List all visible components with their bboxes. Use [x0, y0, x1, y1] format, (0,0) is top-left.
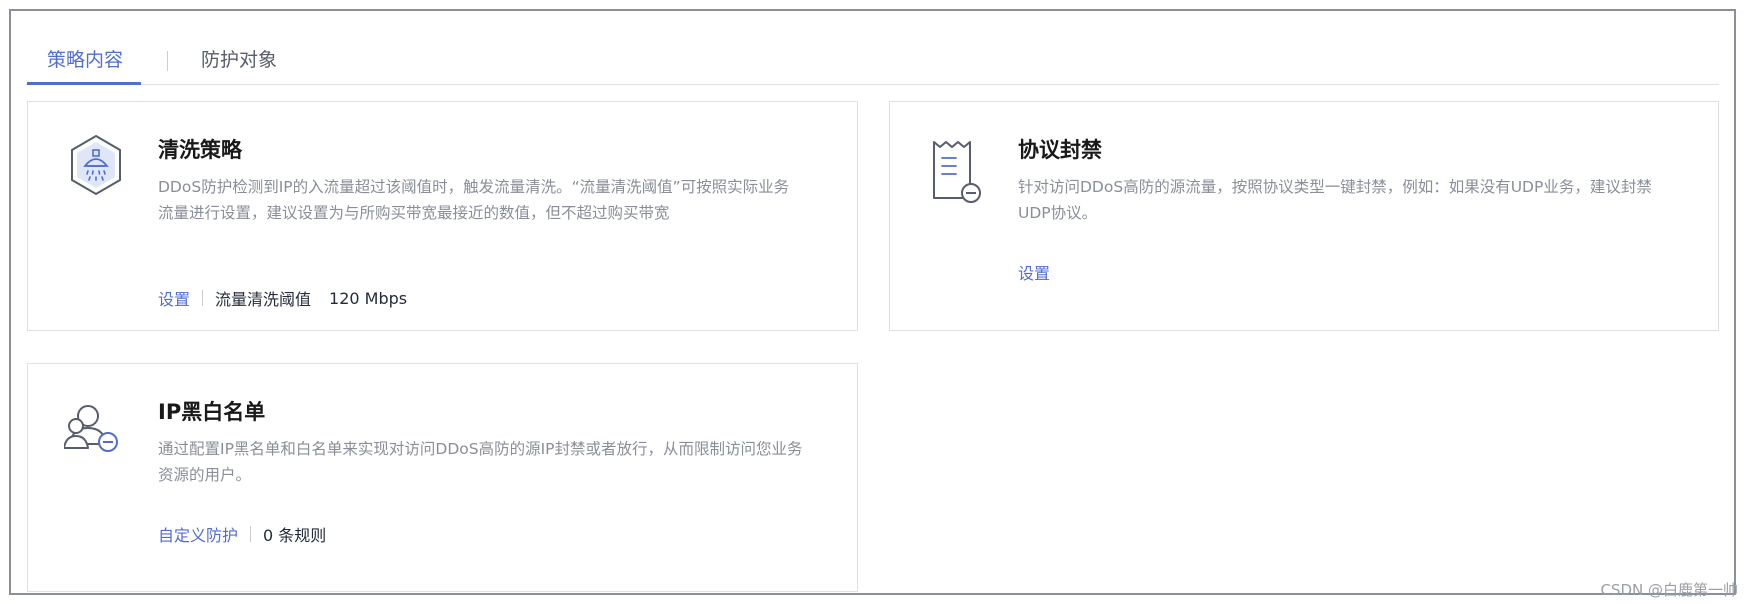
cleaning-policy-card: 清洗策略 DDoS防护检测到IP的入流量超过该阈值时，触发流量清洗。“流量清洗阈… [27, 101, 858, 331]
settings-link[interactable]: 设置 [158, 286, 190, 310]
protocol-ban-card: 协议封禁 针对访问DDoS高防的源流量，按照协议类型一键封禁，例如：如果没有UD… [889, 101, 1719, 331]
custom-protection-link[interactable]: 自定义防护 [158, 522, 238, 546]
card-description: DDoS防护检测到IP的入流量超过该阈值时，触发流量清洗。“流量清洗阈值”可按照… [158, 178, 790, 222]
card-title: 清洗策略 [158, 138, 242, 162]
settings-link[interactable]: 设置 [1018, 260, 1050, 284]
document-minus-icon [926, 138, 986, 208]
rule-count: 0 条规则 [263, 526, 327, 545]
ip-blacklist-whitelist-card: IP黑白名单 通过配置IP黑名单和白名单来实现对访问DDoS高防的源IP封禁或者… [27, 363, 858, 592]
main-panel: 策略内容 防护对象 清洗策略 DDoS防护检测到IP的入流量超过该阈值时，触发流… [9, 9, 1736, 595]
card-footer: 自定义防护 0 条规则 [158, 522, 326, 546]
card-description: 通过配置IP黑名单和白名单来实现对访问DDoS高防的源IP封禁或者放行，从而限制… [158, 440, 803, 484]
card-description: 针对访问DDoS高防的源流量，按照协议类型一键封禁，例如：如果没有UDP业务，建… [1018, 178, 1652, 222]
footer-divider [250, 526, 252, 542]
card-title: IP黑白名单 [158, 400, 266, 424]
tab-policy-content[interactable]: 策略内容 [26, 45, 142, 85]
card-footer: 设置 [1018, 260, 1050, 284]
threshold-value: 120 Mbps [329, 288, 408, 308]
shield-shower-icon [66, 132, 126, 202]
card-title: 协议封禁 [1018, 138, 1102, 162]
watermark: CSDN @白鹿第一帅 [1600, 581, 1738, 599]
card-footer: 设置 流量清洗阈值 120 Mbps [158, 286, 407, 310]
tab-protected-objects[interactable]: 防护对象 [201, 45, 277, 77]
tab-bar: 策略内容 防护对象 [25, 35, 1719, 85]
threshold-label: 流量清洗阈值 [215, 290, 312, 309]
tab-divider [167, 51, 168, 71]
users-minus-icon [63, 402, 124, 472]
footer-divider [202, 290, 204, 306]
